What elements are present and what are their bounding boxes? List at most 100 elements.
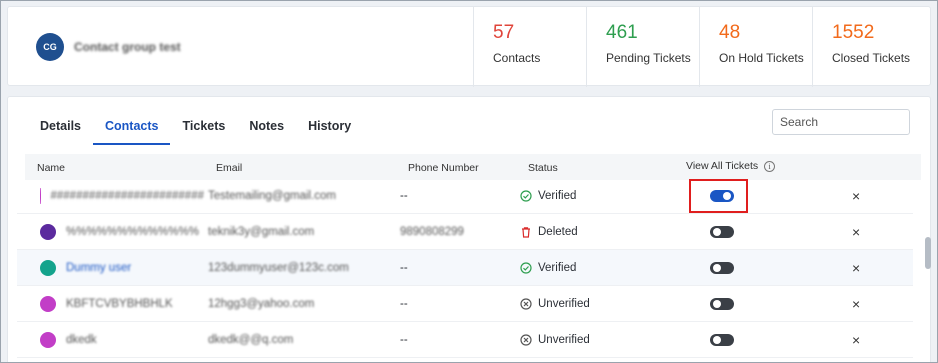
- cell-remove: ×: [852, 178, 872, 214]
- info-icon[interactable]: i: [764, 160, 776, 172]
- view-all-tickets-toggle[interactable]: [710, 226, 734, 238]
- tab-contacts[interactable]: Contacts: [93, 117, 171, 145]
- cell-phone: 9890808299: [400, 214, 510, 250]
- tab-notes[interactable]: Notes: [237, 117, 296, 145]
- cell-view-all-tickets: [710, 286, 750, 322]
- avatar: [40, 296, 56, 312]
- cell-phone: --: [400, 178, 510, 214]
- status-text: Verified: [538, 262, 577, 274]
- contact-phone: --: [400, 334, 408, 346]
- stat-value: 461: [606, 22, 638, 43]
- avatar: [40, 188, 41, 204]
- cell-phone: --: [400, 250, 510, 286]
- contact-phone: --: [400, 262, 408, 274]
- cell-remove: ×: [852, 214, 872, 250]
- contact-email: 12hgg3@yahoo.com: [208, 298, 315, 310]
- stat-value: 48: [719, 22, 741, 43]
- cell-name[interactable]: KBFTCVBYBHBHLK: [24, 286, 204, 322]
- toggle-knob: [713, 336, 721, 344]
- group-name: Contact group test: [74, 40, 181, 54]
- stat-value: 57: [493, 22, 515, 43]
- contact-email: teknik3y@gmail.com: [208, 226, 315, 238]
- cell-view-all-tickets: [710, 214, 750, 250]
- contact-phone: --: [400, 190, 408, 202]
- table-header: Name Email Phone Number Status View All …: [25, 154, 921, 180]
- cell-phone: --: [400, 322, 510, 358]
- stat-value: 1552: [832, 22, 875, 43]
- avatar: [40, 260, 56, 276]
- cell-view-all-tickets: [710, 322, 750, 358]
- search-input[interactable]: [772, 109, 910, 135]
- toggle-knob: [713, 264, 721, 272]
- stat-label: On Hold Tickets: [719, 51, 804, 65]
- view-all-tickets-toggle[interactable]: [710, 334, 734, 346]
- column-phone[interactable]: Phone Number: [408, 162, 479, 174]
- cell-status: Unverified: [520, 322, 640, 358]
- cell-email: Testemailing@gmail.com: [208, 178, 388, 214]
- close-icon[interactable]: ×: [852, 188, 860, 204]
- cell-name[interactable]: dkedk: [24, 322, 204, 358]
- stat-on-hold-tickets[interactable]: 48 On Hold Tickets: [699, 7, 812, 87]
- cell-name[interactable]: Dummy user: [24, 250, 204, 286]
- unverified-icon: [520, 334, 532, 346]
- tab-details[interactable]: Details: [28, 117, 93, 145]
- toggle-knob: [713, 228, 721, 236]
- table-row[interactable]: ######################## Testemailing@gma…: [17, 178, 913, 214]
- column-view-all-tickets: View All Tickets i: [686, 160, 776, 172]
- group-summary-card: CG Contact group test 57 Contacts 461 Pe…: [7, 6, 932, 87]
- toggle-knob: [713, 300, 721, 308]
- table-row[interactable]: Dummy user 123dummyuser@123c.com -- Verifie…: [17, 250, 913, 286]
- cell-email: dkedk@@q.com: [208, 322, 388, 358]
- stat-label: Closed Tickets: [832, 51, 911, 65]
- cell-email: teknik3y@gmail.com: [208, 214, 388, 250]
- column-name[interactable]: Name: [37, 162, 65, 174]
- close-icon[interactable]: ×: [852, 260, 860, 276]
- view-all-tickets-toggle[interactable]: [710, 262, 734, 274]
- cell-name[interactable]: ########################: [24, 178, 204, 214]
- cell-status: Unverified: [520, 286, 640, 322]
- cell-remove: ×: [852, 286, 872, 322]
- cell-email: 123dummyuser@123c.com: [208, 250, 388, 286]
- tab-bar: Details Contacts Tickets Notes History: [28, 117, 363, 145]
- stat-label: Pending Tickets: [606, 51, 691, 65]
- column-email[interactable]: Email: [216, 162, 242, 174]
- trash-icon: [522, 227, 530, 238]
- contact-email: dkedk@@q.com: [208, 334, 294, 346]
- stat-label: Contacts: [493, 51, 541, 65]
- cell-email: 12hgg3@yahoo.com: [208, 286, 388, 322]
- cell-remove: ×: [852, 250, 872, 286]
- cell-view-all-tickets: [710, 250, 750, 286]
- view-all-tickets-toggle[interactable]: [710, 298, 734, 310]
- column-status[interactable]: Status: [528, 162, 558, 174]
- close-icon[interactable]: ×: [852, 332, 860, 348]
- table-row[interactable]: dkedk dkedk@@q.com -- Unverified ×: [17, 322, 913, 358]
- contact-name: ########################: [50, 190, 205, 202]
- verified-icon: [520, 190, 532, 202]
- contact-name: %%%%%%%%%%%%%: [66, 226, 199, 238]
- cell-phone: --: [400, 286, 510, 322]
- tab-tickets[interactable]: Tickets: [170, 117, 237, 145]
- contact-phone: --: [400, 298, 408, 310]
- stat-closed-tickets[interactable]: 1552 Closed Tickets: [812, 7, 932, 87]
- contact-name[interactable]: Dummy user: [66, 262, 131, 274]
- cell-name[interactable]: %%%%%%%%%%%%%: [24, 214, 204, 250]
- scrollbar[interactable]: [925, 237, 931, 269]
- stat-pending-tickets[interactable]: 461 Pending Tickets: [586, 7, 699, 87]
- stat-contacts[interactable]: 57 Contacts: [473, 7, 586, 87]
- close-icon[interactable]: ×: [852, 224, 860, 240]
- contact-name: dkedk: [66, 334, 97, 346]
- highlight-box: [689, 179, 748, 213]
- table-row[interactable]: KBFTCVBYBHBHLK 12hgg3@yahoo.com -- Unverifi…: [17, 286, 913, 322]
- cell-remove: ×: [852, 322, 872, 358]
- column-view-all-label: View All Tickets: [686, 160, 759, 172]
- cell-status: Verified: [520, 178, 640, 214]
- table-row[interactable]: %%%%%%%%%%%%% teknik3y@gmail.com 989080829…: [17, 214, 913, 250]
- contact-phone: 9890808299: [400, 226, 464, 238]
- close-icon[interactable]: ×: [852, 296, 860, 312]
- status-text: Unverified: [538, 298, 590, 310]
- avatar: [40, 224, 56, 240]
- contact-email: Testemailing@gmail.com: [208, 190, 336, 202]
- cell-status: Deleted: [520, 214, 640, 250]
- tab-history[interactable]: History: [296, 117, 363, 145]
- contact-name: KBFTCVBYBHBHLK: [66, 298, 173, 310]
